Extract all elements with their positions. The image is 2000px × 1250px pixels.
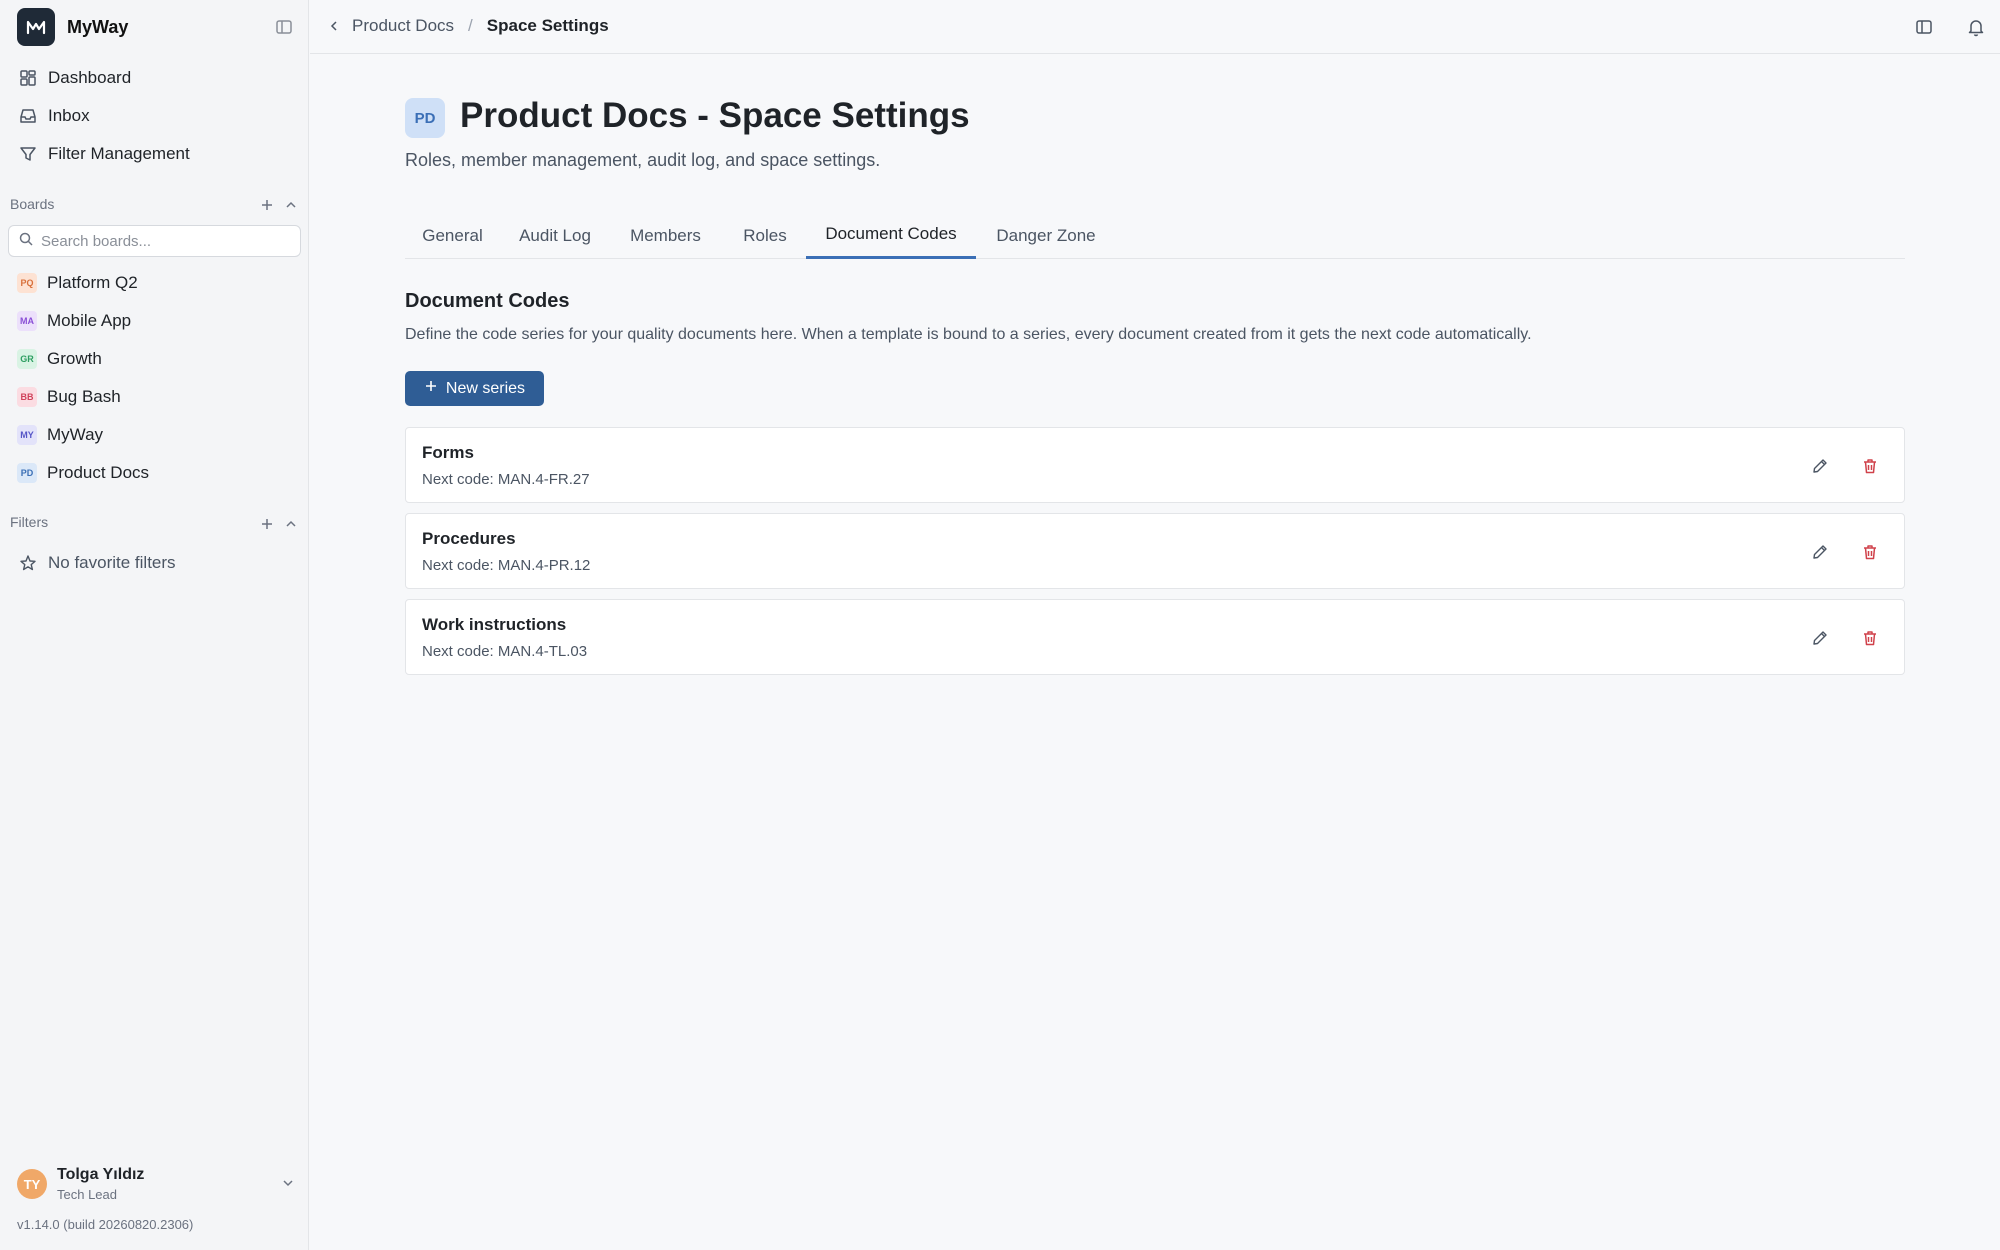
board-item-platform-q2[interactable]: PQ Platform Q2 (17, 269, 138, 297)
board-label: MyWay (47, 425, 104, 444)
board-label: Mobile App (47, 311, 132, 330)
brand[interactable]: MyWay (17, 8, 128, 46)
chevron-up-icon[interactable] (284, 198, 298, 212)
user-name: Tolga Yıldız (57, 1166, 145, 1183)
breadcrumb-separator: / (468, 16, 473, 35)
edit-icon[interactable] (1810, 456, 1830, 476)
nav-item-filter-management[interactable]: Filter Management (18, 140, 190, 168)
space-badge: PD (405, 98, 445, 138)
sidebar-toggle-icon[interactable] (274, 17, 294, 37)
series-name: Work instructions (422, 615, 567, 634)
board-label: Platform Q2 (47, 273, 138, 292)
board-badge: BB (17, 387, 37, 407)
board-badge: PD (17, 463, 37, 483)
nav-label: Inbox (48, 106, 90, 125)
breadcrumb: Product Docs / Space Settings (328, 16, 609, 36)
settings-tabs: General Audit Log Members Roles Document… (405, 212, 1905, 259)
board-badge: MY (17, 425, 37, 445)
nav-label: Filter Management (48, 144, 190, 163)
trash-icon[interactable] (1860, 628, 1880, 648)
board-item-bug-bash[interactable]: BB Bug Bash (17, 383, 121, 411)
tab-general[interactable]: General (405, 212, 500, 259)
trash-icon[interactable] (1860, 456, 1880, 476)
add-filter-icon[interactable] (260, 517, 274, 531)
series-next-code: Next code: MAN.4-FR.27 (422, 471, 590, 488)
edit-icon[interactable] (1810, 628, 1830, 648)
board-label: Growth (47, 349, 102, 368)
new-series-button[interactable]: New series (405, 371, 544, 406)
nav-label: Dashboard (48, 68, 132, 87)
filters-section-label: Filters (10, 514, 49, 530)
user-role: Tech Lead (57, 1187, 117, 1202)
series-card: Forms Next code: MAN.4-FR.27 (405, 427, 1905, 503)
series-next-code: Next code: MAN.4-PR.12 (422, 557, 591, 574)
add-board-icon[interactable] (260, 198, 274, 212)
breadcrumb-current: Space Settings (486, 16, 609, 35)
chevron-down-icon[interactable] (281, 1176, 297, 1192)
no-favorite-filters: No favorite filters (18, 549, 176, 577)
board-badge: MA (17, 311, 37, 331)
board-item-myway[interactable]: MY MyWay (17, 421, 103, 449)
search-icon (19, 232, 33, 251)
series-name: Forms (422, 443, 474, 462)
sidebar: MyWay Dashboard Inbox Filter Management … (0, 0, 309, 1250)
chevron-up-icon[interactable] (284, 517, 298, 531)
series-card: Procedures Next code: MAN.4-PR.12 (405, 513, 1905, 589)
trash-icon[interactable] (1860, 542, 1880, 562)
tab-danger-zone[interactable]: Danger Zone (976, 212, 1116, 259)
section-title: Document Codes (405, 290, 570, 312)
topbar: Product Docs / Space Settings (310, 0, 2000, 54)
board-badge: GR (17, 349, 37, 369)
board-item-growth[interactable]: GR Growth (17, 345, 102, 373)
series-next-code: Next code: MAN.4-TL.03 (422, 643, 588, 660)
nav-item-inbox[interactable]: Inbox (18, 102, 90, 130)
board-search[interactable] (8, 225, 301, 257)
filter-icon (18, 144, 38, 164)
edit-icon[interactable] (1810, 542, 1830, 562)
page-title: Product Docs - Space Settings (460, 96, 970, 135)
plus-icon (424, 379, 438, 398)
app-version: v1.14.0 (build 20260820.2306) (17, 1217, 194, 1232)
star-icon (18, 553, 38, 573)
series-card: Work instructions Next code: MAN.4-TL.03 (405, 599, 1905, 675)
section-description: Define the code series for your quality … (405, 326, 1532, 343)
chevron-left-icon[interactable] (328, 18, 344, 34)
board-item-mobile-app[interactable]: MA Mobile App (17, 307, 131, 335)
inbox-icon (18, 106, 38, 126)
boards-section-label: Boards (10, 196, 55, 212)
series-name: Procedures (422, 529, 516, 548)
tab-roles[interactable]: Roles (721, 212, 809, 259)
nav-item-dashboard[interactable]: Dashboard (18, 64, 131, 92)
board-label: Product Docs (47, 463, 150, 482)
user-menu[interactable]: TY Tolga Yıldız Tech Lead (17, 1164, 297, 1204)
page-subtitle: Roles, member management, audit log, and… (405, 150, 881, 170)
bell-icon[interactable] (1966, 17, 1986, 37)
panel-toggle-icon[interactable] (1914, 17, 1934, 37)
board-label: Bug Bash (47, 387, 121, 406)
tab-audit-log[interactable]: Audit Log (500, 212, 610, 259)
no-filters-text: No favorite filters (48, 553, 176, 572)
board-item-product-docs[interactable]: PD Product Docs (17, 459, 149, 487)
search-input[interactable] (41, 232, 281, 250)
breadcrumb-parent[interactable]: Product Docs (352, 16, 454, 36)
new-series-label: New series (445, 379, 526, 397)
tab-members[interactable]: Members (610, 212, 721, 259)
app-name: MyWay (67, 16, 129, 37)
logo-icon (17, 8, 55, 46)
avatar: TY (17, 1169, 47, 1199)
board-badge: PQ (17, 273, 37, 293)
dashboard-icon (18, 68, 38, 88)
tab-document-codes[interactable]: Document Codes (806, 212, 976, 259)
